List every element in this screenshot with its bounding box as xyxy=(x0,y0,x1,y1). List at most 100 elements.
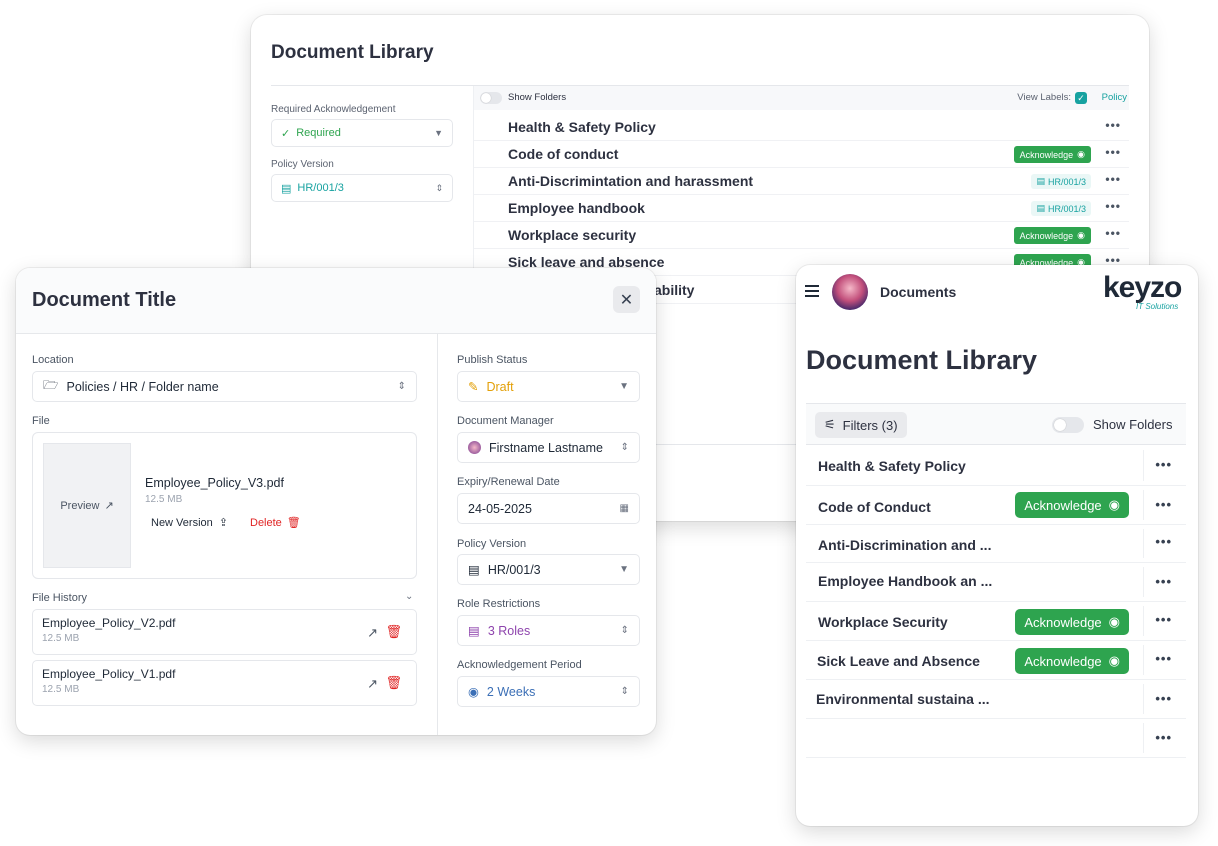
more-options-icon[interactable]: ••• xyxy=(1155,534,1172,549)
more-options-icon[interactable]: ••• xyxy=(1155,574,1172,589)
more-options-icon[interactable]: ••• xyxy=(1155,651,1172,666)
table-row[interactable]: Anti-Discrimintation and harassment ▤ HR/… xyxy=(474,168,1129,195)
more-options-icon[interactable]: ••• xyxy=(1105,199,1121,213)
required-ack-label: Required Acknowledgement xyxy=(271,104,396,115)
history-file-name: Employee_Policy_V2.pdf xyxy=(42,616,176,630)
ack-period-select[interactable]: ◉ 2 Weeks ⇕ xyxy=(457,676,640,707)
policy-checkbox[interactable]: ✓ xyxy=(1075,92,1087,104)
acknowledge-badge[interactable]: Acknowledge ◉ xyxy=(1013,146,1091,163)
keyzo-logo: keyzo xyxy=(1103,271,1182,304)
more-options-icon[interactable]: ••• xyxy=(1155,691,1172,706)
close-button[interactable]: ✕ xyxy=(613,286,640,313)
eye-icon: ◉ xyxy=(1108,497,1120,512)
publish-status-select[interactable]: ✎ Draft ▼ xyxy=(457,371,640,402)
list-item[interactable]: ••• xyxy=(806,719,1186,758)
acknowledge-badge[interactable]: Acknowledge ◉ xyxy=(1013,227,1091,244)
list-item[interactable]: Workplace Security Acknowledge ◉ ••• xyxy=(806,602,1186,641)
document-manager-value: Firstname Lastname xyxy=(489,440,603,455)
chevron-updown-icon: ⇕ xyxy=(620,442,629,453)
new-version-label: New Version xyxy=(151,516,213,529)
ack-period-label: Acknowledgement Period xyxy=(457,659,582,671)
trash-icon[interactable]: 🗑 xyxy=(385,624,402,640)
divider xyxy=(1143,723,1144,753)
history-item[interactable]: Employee_Policy_V1.pdf 12.5 MB ↗ 🗑 xyxy=(32,660,417,706)
filter-bar: ⚟ Filters (3) Show Folders xyxy=(806,403,1186,445)
more-options-icon[interactable]: ••• xyxy=(1155,457,1172,472)
column-divider xyxy=(437,334,438,735)
external-link-icon[interactable]: ↗ xyxy=(367,676,378,692)
more-options-icon[interactable]: ••• xyxy=(1155,612,1172,627)
policy-version-value: HR/001/3 xyxy=(487,562,541,577)
more-options-icon[interactable]: ••• xyxy=(1105,118,1121,132)
calendar-icon[interactable]: ▦ xyxy=(620,503,629,514)
trash-icon: 🗑 xyxy=(286,517,301,529)
required-ack-select[interactable]: ✓ Required ▼ xyxy=(271,119,453,147)
acknowledge-button[interactable]: Acknowledge ◉ xyxy=(1015,492,1129,518)
list-item[interactable]: Code of Conduct Acknowledge ◉ ••• xyxy=(806,486,1186,525)
divider xyxy=(1143,645,1144,675)
divider xyxy=(1143,490,1144,520)
version-badge: ▤ HR/001/3 xyxy=(1031,174,1091,189)
document-name: Employee handbook xyxy=(508,200,645,216)
table-row[interactable]: Code of conduct Acknowledge ◉ ••• xyxy=(474,141,1129,168)
document-name: Environmental sustaina ... xyxy=(816,691,990,707)
show-folders-toggle[interactable] xyxy=(1052,417,1084,433)
table-row[interactable]: Health & Safety Policy ••• xyxy=(474,114,1129,141)
folder-icon: 🗁 xyxy=(43,378,59,392)
eye-icon: ◉ xyxy=(468,685,479,699)
filters-button[interactable]: ⚟ Filters (3) xyxy=(815,412,907,438)
document-modal: Document Title ✕ Location 🗁 Policies / H… xyxy=(16,268,656,735)
document-name: Workplace Security xyxy=(818,614,948,630)
expiry-date-input[interactable]: 24-05-2025 ▦ xyxy=(457,493,640,524)
document-manager-select[interactable]: Firstname Lastname ⇕ xyxy=(457,432,640,463)
policy-version-select[interactable]: ▤ HR/001/3 ⇕ xyxy=(271,174,453,202)
logo-subtitle: IT Solutions xyxy=(1136,302,1179,311)
nav-title: Documents xyxy=(880,284,957,300)
menu-icon[interactable] xyxy=(805,285,819,297)
preview-button[interactable]: Preview ↗ xyxy=(43,443,131,568)
page-title: Document Library xyxy=(806,345,1038,375)
delete-label: Delete xyxy=(250,516,282,529)
list-item[interactable]: Sick Leave and Absence Acknowledge ◉ ••• xyxy=(806,641,1186,680)
role-restrictions-select[interactable]: ▤ 3 Roles ⇕ xyxy=(457,615,640,646)
document-icon: ▤ xyxy=(468,563,480,577)
table-row[interactable]: Workplace security Acknowledge ◉ ••• xyxy=(474,222,1129,249)
show-folders-toggle[interactable] xyxy=(480,92,502,104)
eye-icon: ◉ xyxy=(1077,230,1085,240)
avatar[interactable] xyxy=(832,274,868,310)
delete-button[interactable]: Delete 🗑 xyxy=(250,516,301,530)
history-item[interactable]: Employee_Policy_V2.pdf 12.5 MB ↗ 🗑 xyxy=(32,609,417,655)
divider xyxy=(1143,684,1144,714)
external-link-icon[interactable]: ↗ xyxy=(367,625,378,641)
list-item[interactable]: Anti-Discrimination and ... ••• xyxy=(806,525,1186,563)
chevron-down-icon: ▼ xyxy=(434,128,443,138)
acknowledge-button[interactable]: Acknowledge ◉ xyxy=(1015,648,1129,674)
eye-icon: ◉ xyxy=(1077,149,1085,159)
acknowledge-label: Acknowledge xyxy=(1024,497,1102,513)
more-options-icon[interactable]: ••• xyxy=(1105,172,1121,186)
new-version-button[interactable]: New Version ⇪ xyxy=(151,516,228,530)
expiry-date-label: Expiry/Renewal Date xyxy=(457,476,560,488)
chevron-down-icon[interactable]: ⌄ xyxy=(405,591,413,602)
divider xyxy=(1143,567,1144,597)
list-item[interactable]: Health & Safety Policy ••• xyxy=(806,446,1186,486)
chevron-down-icon: ▼ xyxy=(619,381,629,392)
document-manager-label: Document Manager xyxy=(457,415,554,427)
more-options-icon[interactable]: ••• xyxy=(1155,730,1172,745)
location-value: Policies / HR / Folder name xyxy=(66,379,219,394)
acknowledge-label: Acknowledge xyxy=(1024,653,1102,669)
list-item[interactable]: Environmental sustaina ... ••• xyxy=(806,680,1186,719)
more-options-icon[interactable]: ••• xyxy=(1155,497,1172,512)
list-item[interactable]: Employee Handbook an ... ••• xyxy=(806,563,1186,602)
more-options-icon[interactable]: ••• xyxy=(1105,145,1121,159)
location-select[interactable]: 🗁 Policies / HR / Folder name ⇕ xyxy=(32,371,417,402)
policy-version-select[interactable]: ▤ HR/001/3 ▼ xyxy=(457,554,640,585)
acknowledge-button[interactable]: Acknowledge ◉ xyxy=(1015,609,1129,635)
location-label: Location xyxy=(32,354,74,366)
document-name: Code of conduct xyxy=(508,146,619,162)
table-row[interactable]: Employee handbook ▤ HR/001/3 ••• xyxy=(474,195,1129,222)
history-file-size: 12.5 MB xyxy=(42,684,80,695)
more-options-icon[interactable]: ••• xyxy=(1105,226,1121,240)
show-folders-label: Show Folders xyxy=(508,92,567,103)
trash-icon[interactable]: 🗑 xyxy=(385,675,402,691)
